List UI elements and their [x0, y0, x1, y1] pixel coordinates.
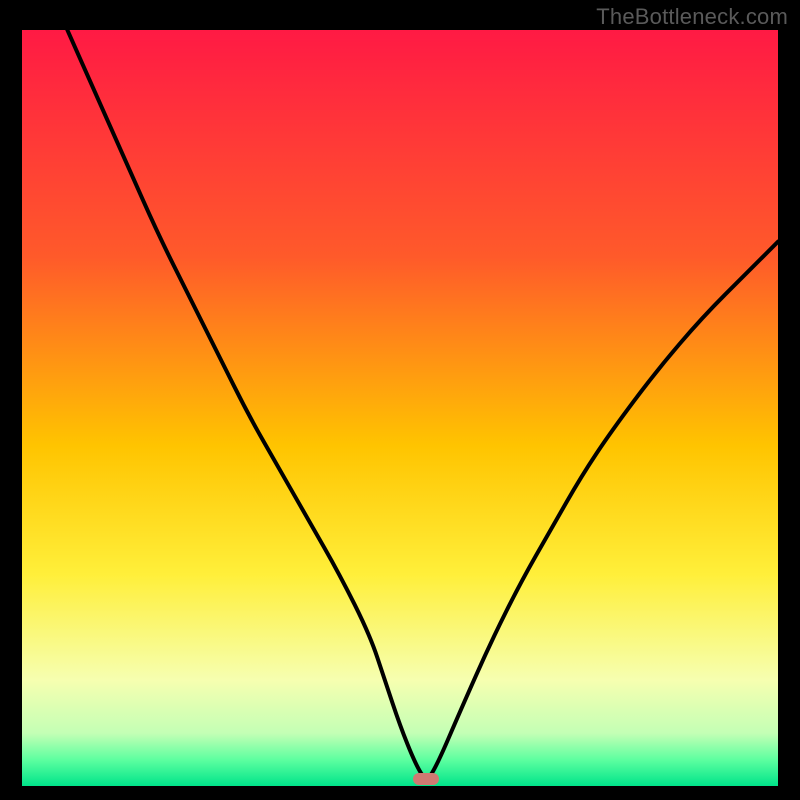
watermark-text: TheBottleneck.com — [596, 4, 788, 30]
optimal-point-marker — [413, 773, 439, 785]
bottleneck-curve — [67, 30, 778, 777]
curve-layer — [22, 30, 778, 786]
chart-frame: TheBottleneck.com — [0, 0, 800, 800]
plot-area — [22, 30, 778, 786]
